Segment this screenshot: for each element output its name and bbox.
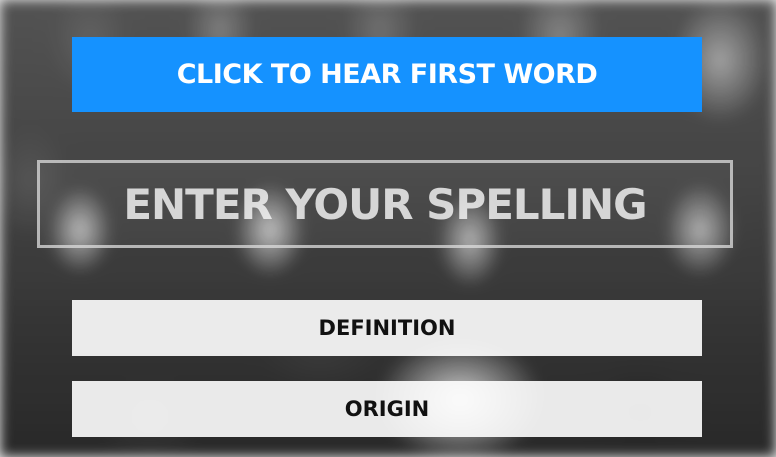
definition-button[interactable]: DEFINITION: [72, 300, 702, 356]
origin-button[interactable]: ORIGIN: [72, 381, 702, 437]
spelling-input[interactable]: [37, 160, 733, 248]
hear-word-button[interactable]: CLICK TO HEAR FIRST WORD: [72, 37, 702, 112]
